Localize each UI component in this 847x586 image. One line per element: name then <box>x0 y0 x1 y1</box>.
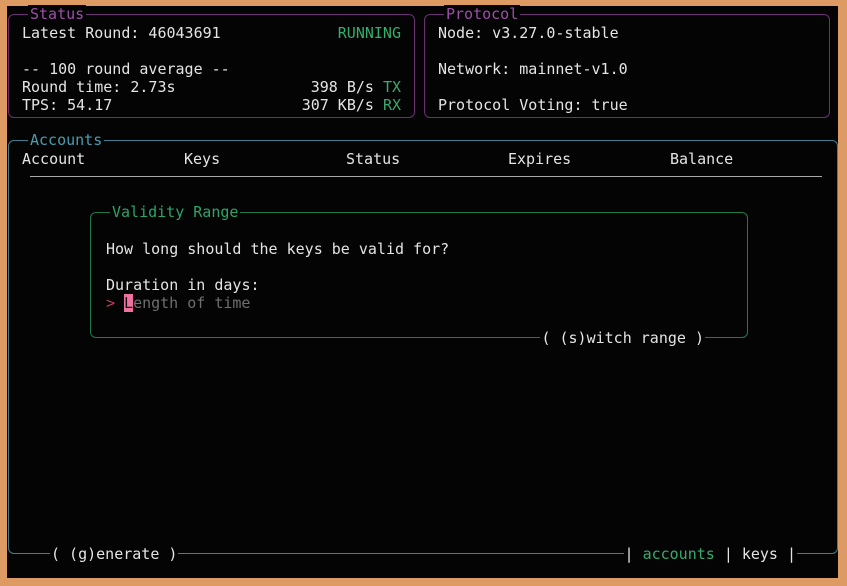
round-time: Round time: 2.73s <box>22 78 176 96</box>
tx-rate: 398 B/s <box>311 78 374 96</box>
protocol-panel: Protocol Node: v3.27.0-stable Network: m… <box>424 14 830 118</box>
input-prompt: > <box>106 294 115 312</box>
column-header-account: Account <box>22 150 184 168</box>
status-panel-title: Status <box>28 5 86 23</box>
column-header-expires: Expires <box>508 150 670 168</box>
switch-range-button[interactable]: ( (s)witch range ) <box>540 329 705 347</box>
input-placeholder: ength of time <box>133 294 250 312</box>
accounts-table-header-row: Account Keys Status Expires Balance <box>22 150 837 168</box>
latest-round: Latest Round: 46043691 <box>22 24 221 42</box>
blank-line <box>438 78 816 96</box>
protocol-voting: Protocol Voting: true <box>438 96 628 114</box>
generate-button[interactable]: ( (g)enerate ) <box>50 545 178 563</box>
validity-range-title: Validity Range <box>110 203 240 221</box>
accounts-panel: Accounts Account Keys Status Expires Bal… <box>8 140 838 554</box>
node-state-badge: RUNNING <box>338 24 401 42</box>
accounts-panel-title: Accounts <box>28 131 104 149</box>
header-separator <box>30 176 822 177</box>
nav-divider: | <box>724 545 733 563</box>
tps: TPS: 54.17 <box>22 96 112 114</box>
tab-keys[interactable]: keys <box>742 545 778 563</box>
validity-range-dialog: Validity Range How long should the keys … <box>90 212 748 338</box>
status-panel: Status Latest Round: 46043691 RUNNING --… <box>8 14 415 118</box>
validity-question: How long should the keys be valid for? <box>106 240 449 258</box>
nav-divider: | <box>787 545 796 563</box>
terminal-viewport: Status Latest Round: 46043691 RUNNING --… <box>7 6 838 578</box>
column-header-balance: Balance <box>670 150 832 168</box>
view-tabs: | accounts | keys | <box>624 545 797 563</box>
column-header-keys: Keys <box>184 150 346 168</box>
network-name: Network: mainnet-v1.0 <box>438 60 628 78</box>
tx-label: TX <box>383 78 401 96</box>
blank-line <box>438 42 816 60</box>
tab-accounts[interactable]: accounts <box>643 545 715 563</box>
nav-divider: | <box>625 545 634 563</box>
rx-label: RX <box>383 96 401 114</box>
duration-field-label: Duration in days: <box>106 276 260 294</box>
node-version: Node: v3.27.0-stable <box>438 24 619 42</box>
duration-input[interactable]: > L ength of time <box>106 294 250 312</box>
rx-rate: 307 KB/s <box>302 96 374 114</box>
round-average-header: -- 100 round average -- <box>22 60 230 78</box>
blank-line <box>22 42 401 60</box>
column-header-status: Status <box>346 150 508 168</box>
input-cursor: L <box>124 294 133 312</box>
terminal-screen: Status Latest Round: 46043691 RUNNING --… <box>0 0 847 586</box>
protocol-panel-title: Protocol <box>444 5 520 23</box>
